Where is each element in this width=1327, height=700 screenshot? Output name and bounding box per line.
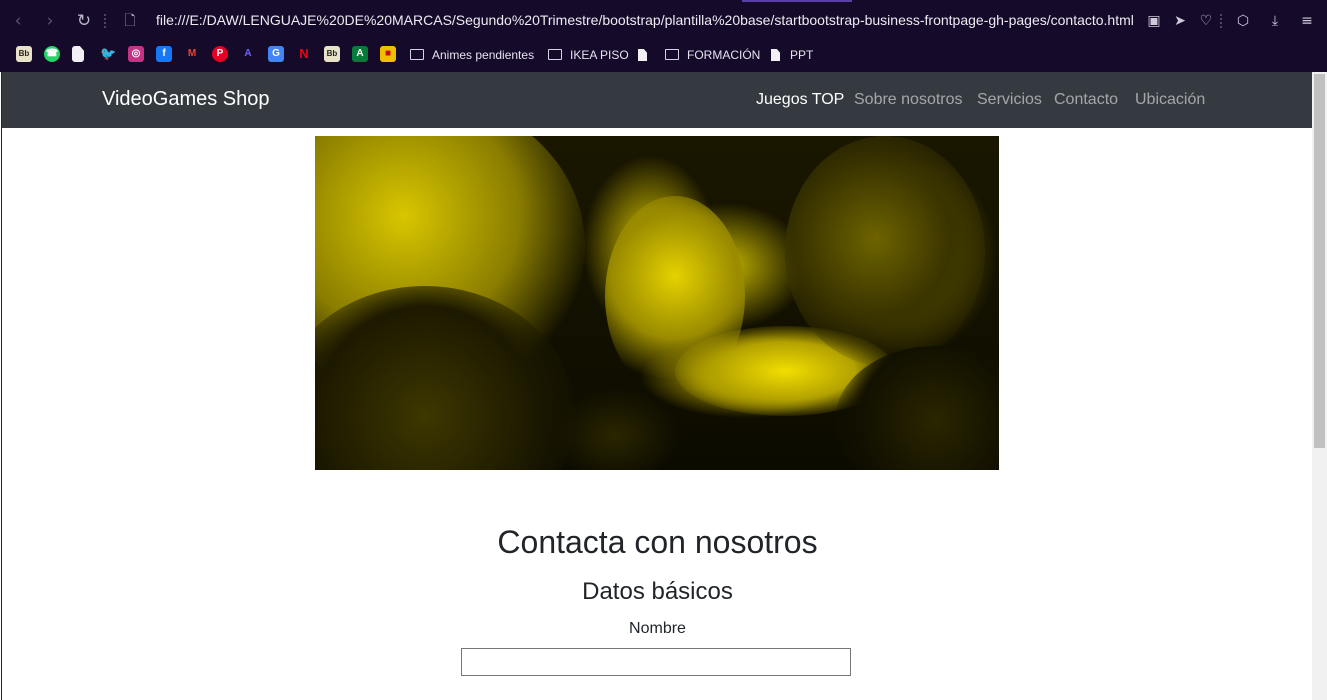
hero-image [315, 136, 999, 470]
forward-arrow-icon[interactable]: › [40, 11, 60, 31]
spain-flag-icon[interactable]: ■ [380, 46, 396, 62]
netflix-icon[interactable]: N [296, 46, 312, 62]
document-icon[interactable] [72, 46, 84, 62]
name-input[interactable] [461, 648, 851, 676]
bookmark-folder-ikea[interactable]: IKEA PISO [548, 45, 629, 65]
hero-person-shape [785, 136, 985, 366]
bookmarks-bar: Bb ☎ 🐦 ◎ f M P A G N Bb A ■ Animes pendi… [0, 42, 1327, 68]
name-label: Nombre [629, 620, 686, 637]
nav-link-contacto[interactable]: Contacto [1054, 91, 1118, 109]
twitter-icon[interactable]: 🐦 [100, 46, 116, 62]
pinterest-icon[interactable]: P [212, 46, 228, 62]
document-icon [771, 49, 780, 61]
cube-icon[interactable]: ⬡ [1234, 12, 1252, 30]
page-viewport: VideoGames Shop Juegos TOP Sobre nosotro… [1, 72, 1313, 700]
translate-icon[interactable]: A [240, 46, 256, 62]
nav-link-ubicacion[interactable]: Ubicación [1135, 91, 1205, 109]
site-navbar: VideoGames Shop Juegos TOP Sobre nosotro… [2, 72, 1313, 128]
contact-title: Contacta con nosotros [497, 524, 818, 560]
page-info-icon[interactable]: 🗋 [120, 11, 140, 31]
folder-icon [548, 49, 562, 60]
address-url[interactable]: file:///E:/DAW/LENGUAJE%20DE%20MARCAS/Se… [156, 12, 1134, 28]
bookmark-folder-animes[interactable]: Animes pendientes [410, 45, 534, 65]
andalucia-icon[interactable]: A [352, 46, 368, 62]
page-scrollbar[interactable] [1312, 72, 1327, 700]
nav-link-servicios[interactable]: Servicios [977, 91, 1042, 109]
menu-icon[interactable]: ≡ [1298, 12, 1316, 30]
bookmark-folder-formacion[interactable]: FORMACIÓN [665, 45, 760, 65]
gmail-icon[interactable]: M [184, 46, 200, 62]
instagram-icon[interactable]: ◎ [128, 46, 144, 62]
blackboard-icon[interactable]: Bb [324, 46, 340, 62]
blackboard-icon[interactable]: Bb [16, 46, 32, 62]
toolbar-separator [104, 14, 108, 28]
download-icon[interactable]: ⤓ [1266, 12, 1284, 30]
heart-icon[interactable]: ♡ [1197, 12, 1215, 30]
bookmark-ppt[interactable]: PPT [771, 45, 813, 65]
google-translate-icon[interactable]: G [268, 46, 284, 62]
toolbar-separator [1220, 14, 1224, 28]
folder-icon [410, 49, 424, 60]
nav-link-sobre-nosotros[interactable]: Sobre nosotros [854, 91, 963, 109]
address-bar-row: ‹ › ↻ 🗋 file:///E:/DAW/LENGUAJE%20DE%20M… [0, 2, 1327, 40]
scrollbar-thumb[interactable] [1314, 74, 1325, 448]
reload-icon[interactable]: ↻ [74, 11, 94, 31]
document-icon [638, 49, 647, 61]
site-brand[interactable]: VideoGames Shop [102, 88, 270, 111]
nav-link-juegos-top[interactable]: Juegos TOP [756, 91, 844, 109]
contact-subtitle: Datos básicos [582, 578, 733, 605]
camera-icon[interactable]: ▣ [1145, 12, 1163, 30]
browser-chrome: ‹ › ↻ 🗋 file:///E:/DAW/LENGUAJE%20DE%20M… [0, 0, 1327, 72]
facebook-icon[interactable]: f [156, 46, 172, 62]
send-icon[interactable]: ➤ [1171, 12, 1189, 30]
bookmark-doc[interactable] [638, 45, 657, 65]
folder-icon [665, 49, 679, 60]
back-arrow-icon[interactable]: ‹ [8, 11, 28, 31]
whatsapp-icon[interactable]: ☎ [44, 46, 60, 62]
